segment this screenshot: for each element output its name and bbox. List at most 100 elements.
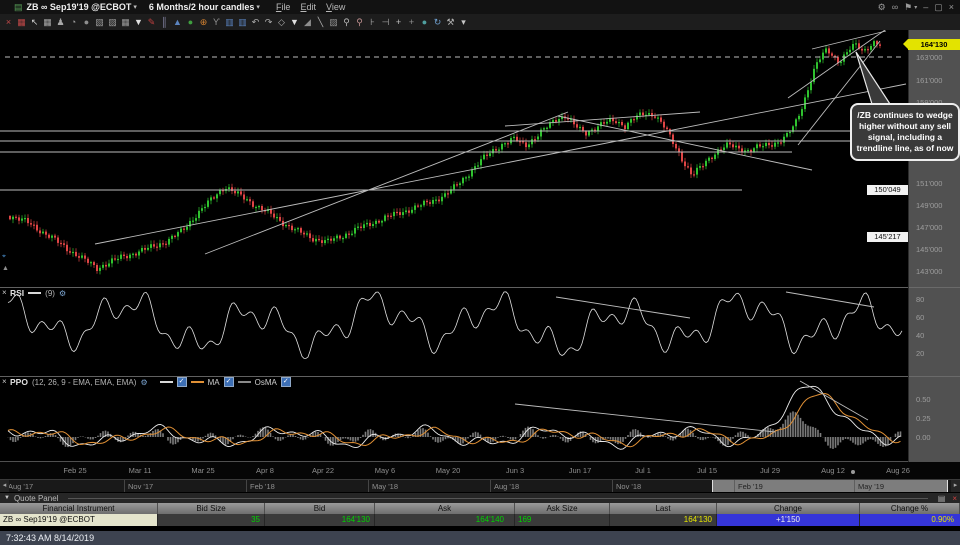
column-header-ask[interactable]: Ask [375, 503, 515, 514]
rsi-settings-icon[interactable]: ⚙ [59, 289, 66, 298]
date-axis-label: Mar 25 [191, 466, 215, 475]
price-axis[interactable]: 163'000161'000159'000151'000149'000147'0… [908, 30, 960, 462]
grid-layout-icon[interactable]: ▦ [119, 15, 132, 30]
panel-close-icon[interactable]: × [952, 494, 957, 503]
timeline-left-arrow-icon[interactable]: ◂ [0, 480, 9, 492]
pin-icon[interactable]: ⚑ [904, 2, 912, 13]
dollar-circle-icon[interactable]: ● [184, 15, 197, 30]
date-axis-label: Jul 1 [635, 466, 651, 475]
ppo-axis-label: 0.25 [916, 414, 931, 423]
snap-grid-icon[interactable]: ▦ [15, 15, 28, 30]
tools-dropdown-icon[interactable]: ▼ [288, 15, 301, 30]
trendline-tool-icon[interactable]: ╲ [314, 15, 327, 30]
column-header-change[interactable]: Change [717, 503, 860, 514]
contract-dropdown-icon[interactable]: ▾ [133, 3, 137, 11]
undo-icon[interactable]: ↶ [249, 15, 262, 30]
globe-icon[interactable]: ● [418, 15, 431, 30]
quote-row[interactable]: ZB ∞ Sep19'19 @ECBOT 35 164'130 164'140 … [0, 514, 960, 526]
hatch-tool-icon[interactable]: ▨ [327, 15, 340, 30]
link-icon[interactable]: ∞ [892, 2, 898, 12]
columns-blue2-icon[interactable]: ▥ [236, 15, 249, 30]
chart-canvas[interactable] [0, 30, 908, 462]
rsi-axis-label: 60 [916, 313, 925, 322]
chart-snapshot-icon[interactable]: ▧ [93, 15, 106, 30]
marker-icon-gray[interactable]: ▲ [2, 265, 9, 272]
column-header-financial-instrument[interactable]: Financial Instrument [0, 503, 158, 514]
marker-icon-blue[interactable]: ⌖ [2, 253, 6, 261]
minimize-icon[interactable]: – [923, 2, 928, 12]
ppo-legend-swatch [159, 381, 173, 383]
cell-change-pct[interactable]: 0.90% [860, 514, 960, 526]
column-header-bid-size[interactable]: Bid Size [158, 503, 265, 514]
ppo-legend-checkbox[interactable]: ✓ [280, 377, 291, 387]
timeframe-title[interactable]: 6 Months/2 hour candles [149, 2, 255, 12]
column-header-bid[interactable]: Bid [265, 503, 375, 514]
chart-annotation-note[interactable]: /ZB continues to wedge higher without an… [850, 103, 960, 162]
key-icon[interactable]: ⚲ [340, 15, 353, 30]
column-header-change-[interactable]: Change % [860, 503, 960, 514]
cell-change[interactable]: +1'150 [717, 514, 860, 526]
contract-title[interactable]: ZB ∞ Sep19'19 @ECBOT [27, 2, 132, 12]
price-axis-label: 163'000 [916, 53, 943, 62]
measure-left-icon[interactable]: ⊦ [366, 15, 379, 30]
cell-instrument[interactable]: ZB ∞ Sep19'19 @ECBOT [0, 514, 158, 526]
grid-icon[interactable]: ▦ [41, 15, 54, 30]
ppo-close-icon[interactable]: × [2, 377, 10, 386]
cell-bid[interactable]: 164'130 [265, 514, 375, 526]
time-axis[interactable]: Feb 25 Mar 11 Mar 25 Apr 8 Apr 22 May 6 May 20… [0, 462, 960, 479]
date-axis-label: Jul 15 [696, 466, 717, 475]
annotate-pencil-icon[interactable]: ✎ [145, 15, 158, 30]
redo-icon[interactable]: ↷ [262, 15, 275, 30]
refresh-icon[interactable]: ↻ [431, 15, 444, 30]
measure-right-icon[interactable]: ⊣ [379, 15, 392, 30]
ppo-legend-checkbox[interactable]: ✓ [176, 377, 187, 387]
zoom-area-icon[interactable]: ◔ [67, 15, 80, 30]
shape-tool-icon[interactable]: ◇ [275, 15, 288, 30]
hand-tool-icon[interactable]: ♟ [54, 15, 67, 30]
price-axis-label: 149'000 [916, 201, 943, 210]
remove-tool-icon[interactable]: × [2, 15, 15, 30]
settings-gear-icon[interactable]: ⚙ [878, 2, 886, 13]
crosshair-small-icon[interactable]: + [405, 15, 418, 30]
triangle-up-icon[interactable]: ▲ [171, 15, 184, 30]
timeline-tick [490, 480, 491, 492]
pointer-tool-icon[interactable]: ↖ [28, 15, 41, 30]
more-dropdown-icon[interactable]: ▾ [457, 15, 470, 30]
cell-ask-size[interactable]: 169 [515, 514, 610, 526]
timeline-label: May '19 [858, 482, 885, 491]
wrench-icon[interactable]: ⚒ [444, 15, 457, 30]
menu-view[interactable]: View [326, 2, 345, 12]
collapse-triangle-icon[interactable]: ▼ [4, 495, 10, 501]
columns-blue-icon[interactable]: ▥ [223, 15, 236, 30]
column-header-last[interactable]: Last [610, 503, 717, 514]
key-red-icon[interactable]: ⚲ [353, 15, 366, 30]
price-axis-label: 143'000 [916, 267, 943, 276]
maximize-icon[interactable]: ▢ [934, 2, 943, 13]
menu-edit[interactable]: Edit [300, 2, 316, 12]
chart-window: ▤ ZB ∞ Sep19'19 @ECBOT ▾ 6 Months/2 hour… [0, 0, 960, 545]
quote-panel: ▼ Quote Panel ▤ × Financial Instrument Bi… [0, 492, 960, 531]
pin-caret-icon[interactable]: ▾ [914, 4, 917, 11]
ppo-settings-icon[interactable]: ⚙ [140, 378, 147, 387]
rsi-close-icon[interactable]: × [2, 288, 10, 297]
cell-bid-size[interactable]: 35 [158, 514, 265, 526]
cell-ask[interactable]: 164'140 [375, 514, 515, 526]
menu-file[interactable]: File [276, 2, 291, 12]
panel-options-icon[interactable]: ▤ [938, 494, 946, 503]
ppo-legend-checkbox[interactable]: ✓ [223, 377, 234, 387]
timeline-scrollbar[interactable]: Aug '17 Nov '17 Feb '18 May '18 Aug '18 Nov '… [0, 479, 960, 492]
trend-chart-icon[interactable]: ◢ [301, 15, 314, 30]
volume-bars-icon[interactable]: ║ [158, 15, 171, 30]
target-icon[interactable]: ⊕ [197, 15, 210, 30]
column-header-ask-size[interactable]: Ask Size [515, 503, 610, 514]
last-price-tag: 164'130 [903, 39, 960, 50]
close-icon[interactable]: × [949, 2, 954, 12]
timeframe-dropdown-icon[interactable]: ▾ [256, 3, 260, 11]
chart-type-dropdown-icon[interactable]: ▼ [132, 15, 145, 30]
circle-tool-icon[interactable]: ● [80, 15, 93, 30]
timeline-right-arrow-icon[interactable]: ▸ [951, 480, 960, 492]
cell-last[interactable]: 164'130 [610, 514, 717, 526]
figure-tool-icon[interactable]: ϒ [210, 15, 223, 30]
crosshair-icon[interactable]: + [392, 15, 405, 30]
chart-layout-icon[interactable]: ▨ [106, 15, 119, 30]
